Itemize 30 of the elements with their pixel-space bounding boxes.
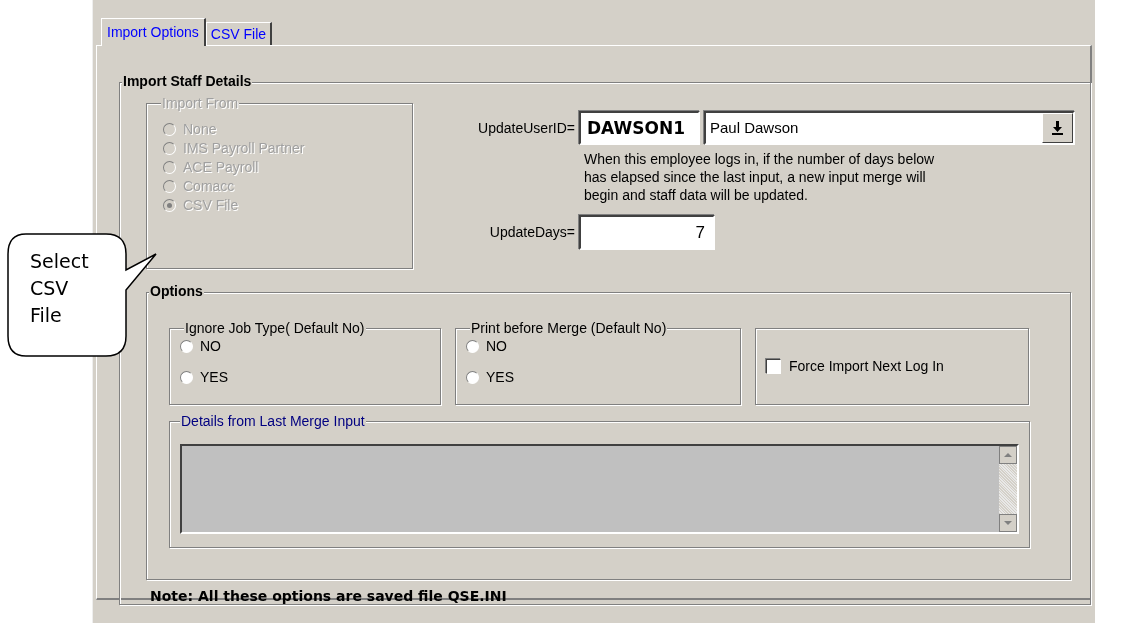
description-text: When this employee logs in, if the number of days below has elapsed since the last input, a new input merge will begin and staff data will be updated.	[584, 150, 936, 204]
checkbox-label[interactable]: Force Import Next Log In	[789, 356, 944, 377]
user-id-field[interactable]: DAWSON1	[579, 111, 700, 145]
radio-label[interactable]: YES	[486, 367, 514, 388]
checkbox[interactable]	[766, 359, 781, 374]
field-label: UpdateDays=	[488, 223, 576, 242]
radio-label[interactable]: YES	[200, 367, 228, 388]
field-label: UpdateUserID=	[477, 118, 576, 138]
radio-label[interactable]: NO	[200, 336, 221, 357]
tab[interactable]: Import Options	[101, 18, 206, 46]
scroll-up-button[interactable]	[999, 446, 1017, 464]
dropdown-arrow-icon	[1052, 121, 1063, 135]
update-days-field[interactable]: 7	[579, 215, 715, 250]
note-text: Note: All these options are saved file QSE.INI	[150, 587, 508, 606]
radio-button[interactable]	[466, 340, 479, 353]
group-title: Import Staff Details	[122, 73, 253, 89]
scroll-down-button[interactable]	[999, 514, 1017, 532]
tab[interactable]: CSV File	[205, 22, 273, 45]
callout-text: Select CSV File	[30, 249, 90, 328]
details-text-area[interactable]	[180, 444, 1019, 534]
group-title: Details from Last Merge Input	[180, 413, 366, 429]
group-title: Print before Merge (Default No)	[470, 320, 668, 336]
radio-label[interactable]: NO	[486, 336, 507, 357]
radio-button[interactable]	[466, 371, 479, 384]
group-title: Options	[149, 283, 204, 299]
radio-button[interactable]	[180, 340, 193, 353]
name-dropdown[interactable]: Paul Dawson	[704, 111, 1075, 145]
scrollbar[interactable]	[999, 446, 1017, 532]
radio-button[interactable]	[180, 371, 193, 384]
group-title: Ignore Job Type( Default No)	[184, 320, 366, 336]
